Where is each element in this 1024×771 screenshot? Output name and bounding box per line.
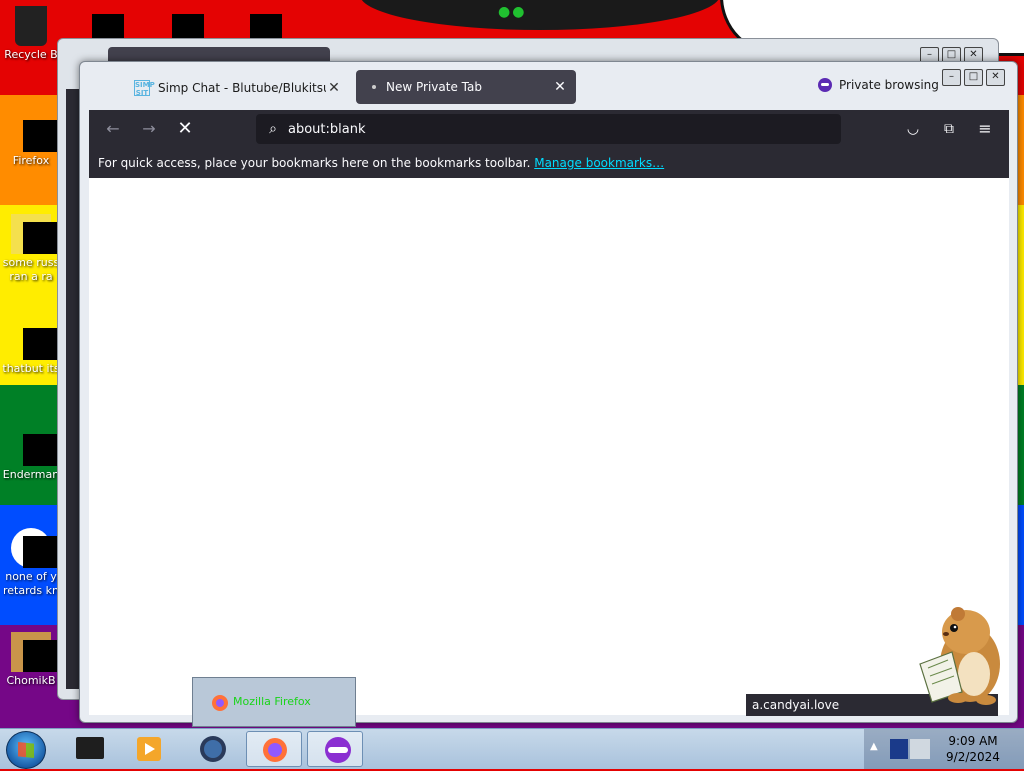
firefox-icon (263, 738, 287, 762)
media-player-icon (137, 737, 161, 761)
tab-loading-dot (372, 85, 376, 89)
desktop-icon-label: Enderman (2, 468, 60, 481)
search-icon: ⌕ (269, 121, 277, 137)
tab-close-icon[interactable]: ✕ (552, 79, 568, 95)
file-icon (11, 320, 57, 360)
show-hidden-icons-arrow[interactable]: ▲ (870, 741, 878, 752)
browser-window[interactable]: SIMP SIT Simp Chat - Blutube/Blukitsune … (79, 61, 1018, 723)
tab-strip: SIMP SIT Simp Chat - Blutube/Blukitsune … (80, 62, 1017, 110)
back-arrow-icon[interactable]: ← (103, 119, 123, 139)
navigation-toolbar: ← → ✕ ⌕ about:blank ◡ ⧉ ≡ (89, 110, 1009, 148)
hamster-icon (11, 632, 57, 672)
recycle-bin-icon (15, 6, 47, 46)
desktop-wallpaper-shape (360, 0, 720, 30)
tray-app-icon[interactable] (886, 735, 936, 763)
clock-time: 9:09 AM (948, 734, 998, 748)
forward-arrow-icon[interactable]: → (139, 119, 159, 139)
address-bar-url: about:blank (288, 121, 366, 137)
private-browsing-icon (325, 737, 351, 763)
desktop-icon-chomik[interactable]: ChomikB (2, 632, 60, 688)
pocket-icon[interactable]: ◡ (903, 119, 923, 139)
desktop-icon-file-1[interactable]: some russ ran a ra (2, 214, 60, 284)
desktop-icon-firefox[interactable]: Firefox (2, 112, 60, 168)
maximize-button[interactable]: □ (964, 69, 983, 86)
address-bar[interactable]: ⌕ about:blank (256, 114, 841, 144)
tab-new-private[interactable]: New Private Tab ✕ (356, 70, 576, 104)
taskbar-item-globe[interactable] (185, 731, 241, 767)
globe-icon (200, 736, 226, 762)
desktop-icon-label: none of y retards kn (3, 570, 59, 597)
bookmarks-hint-text: For quick access, place your bookmarks h… (98, 156, 535, 170)
tab-simp-chat[interactable]: SIMP SIT Simp Chat - Blutube/Blukitsune … (134, 73, 348, 103)
desktop-icon-file-3[interactable]: none of y retards kn (2, 528, 60, 598)
tab-title: New Private Tab (386, 80, 482, 94)
file-icon (11, 426, 57, 466)
desktop-icon-enderman[interactable]: Enderman (2, 426, 60, 482)
desktop-icon-label: thatbut its (2, 362, 60, 375)
private-mask-icon (818, 78, 832, 92)
desktop-icon-label: Recycle B (4, 48, 58, 61)
terminal-icon (76, 737, 104, 759)
wallpaper-dots: ●● (498, 4, 527, 20)
menu-hamburger-icon[interactable]: ≡ (975, 119, 995, 139)
extensions-puzzle-icon[interactable]: ⧉ (939, 119, 959, 139)
close-button[interactable]: ✕ (986, 69, 1005, 86)
desktop-icon-label: ChomikB (6, 674, 56, 687)
taskbar-item-firefox[interactable] (246, 731, 302, 767)
taskbar-item-media-player[interactable] (121, 731, 177, 767)
desktop-icon-label: some russ ran a ra (2, 256, 60, 283)
firefox-icon (212, 695, 228, 711)
file-icon (11, 214, 57, 254)
desktop-icon-file-2[interactable]: thatbut its (2, 320, 60, 376)
site-favicon: SIMP SIT (134, 80, 155, 97)
tab-title: Simp Chat - Blutube/Blukitsune (158, 81, 326, 95)
minimize-button[interactable]: – (942, 69, 961, 86)
taskbar-item-firefox-private[interactable] (307, 731, 363, 767)
taskbar-thumbnail-preview[interactable]: Mozilla Firefox (192, 677, 356, 727)
clock-date: 9/2/2024 (946, 750, 1000, 764)
tab-close-icon[interactable]: ✕ (326, 80, 342, 96)
private-browsing-indicator: Private browsing (818, 78, 939, 92)
preview-label: Mozilla Firefox (233, 695, 311, 708)
desktop-icon-recycle-bin[interactable]: Recycle B (2, 6, 60, 62)
firefox-icon (11, 112, 57, 152)
taskbar-item-terminal[interactable] (62, 731, 118, 767)
hamster-desktop-pet[interactable] (918, 602, 1008, 708)
page-content[interactable] (89, 178, 1009, 715)
manage-bookmarks-link[interactable]: Manage bookmarks… (534, 156, 664, 170)
start-button[interactable] (6, 731, 46, 769)
system-clock[interactable]: 9:09 AM 9/2/2024 (940, 733, 1006, 765)
desktop-icon-label: Firefox (12, 154, 50, 167)
private-browsing-label: Private browsing (839, 78, 939, 92)
file-icon (11, 528, 57, 568)
taskbar: ▲ 9:09 AM 9/2/2024 (0, 728, 1024, 769)
bookmarks-toolbar: For quick access, place your bookmarks h… (89, 148, 1009, 178)
stop-loading-icon[interactable]: ✕ (175, 119, 195, 139)
